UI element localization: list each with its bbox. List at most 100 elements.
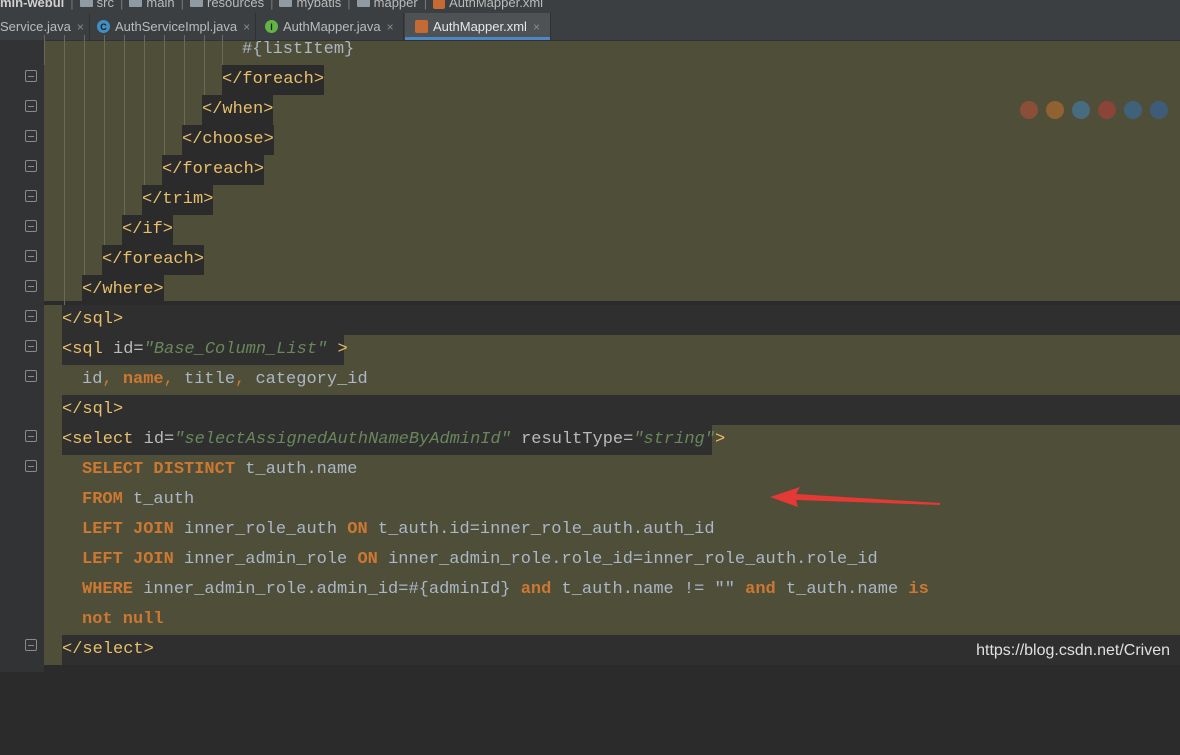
folder-icon	[79, 0, 93, 7]
breadcrumb-label: mybatis	[296, 0, 342, 10]
code-editor[interactable]: #{listItem} </foreach> </when> </choose>…	[0, 35, 1180, 672]
breadcrumb-label: resources	[206, 0, 265, 10]
code-text: </where>	[82, 275, 164, 305]
breadcrumb-mybatis[interactable]: mybatis	[279, 0, 341, 10]
code-line[interactable]: WHERE inner_admin_role.admin_id=#{adminI…	[44, 575, 1180, 605]
code-text: </select>	[62, 640, 154, 659]
code-text: SELECT DISTINCT t_auth.name	[82, 460, 358, 479]
close-icon[interactable]: ×	[387, 20, 394, 34]
editor-gutter	[0, 41, 44, 672]
code-text: </trim>	[142, 185, 214, 215]
code-text: </sql>	[62, 400, 124, 419]
tab-label: Service.java	[0, 19, 71, 34]
breadcrumb-file[interactable]: AuthMapper.xml	[433, 0, 543, 10]
breadcrumb-separator: |	[120, 0, 124, 10]
code-line[interactable]: LEFT JOIN inner_admin_role ON inner_admi…	[44, 545, 1180, 575]
code-text: <sql id="Base_Column_List" >	[62, 340, 348, 359]
code-text: </when>	[202, 95, 274, 125]
tab-label: AuthMapper.xml	[433, 19, 527, 34]
fold-icon[interactable]	[25, 460, 37, 472]
code-text: <select id="selectAssignedAuthNameByAdmi…	[62, 430, 726, 449]
fold-icon[interactable]	[25, 280, 37, 292]
fold-icon[interactable]	[25, 310, 37, 322]
fold-icon[interactable]	[25, 220, 37, 232]
code-text: </choose>	[182, 125, 274, 155]
code-line[interactable]: </if>	[44, 215, 1180, 245]
code-line[interactable]: not null	[44, 605, 1180, 635]
tab-label: AuthServiceImpl.java	[115, 19, 238, 34]
safari-icon[interactable]	[1072, 101, 1090, 119]
fold-icon[interactable]	[25, 430, 37, 442]
breadcrumb-resources[interactable]: resources	[189, 0, 265, 10]
edge-icon[interactable]	[1150, 101, 1168, 119]
breadcrumb-project[interactable]: min-webui	[0, 0, 64, 10]
code-line[interactable]: </foreach>	[44, 245, 1180, 275]
folder-icon	[279, 0, 293, 7]
browser-preview-bar	[1020, 101, 1168, 119]
code-text: FROM t_auth	[82, 490, 195, 509]
code-text: </foreach>	[222, 65, 325, 95]
interface-icon: I	[265, 20, 278, 33]
breadcrumb-mapper[interactable]: mapper	[356, 0, 418, 10]
code-line[interactable]: LEFT JOIN inner_role_auth ON t_auth.id=i…	[44, 515, 1180, 545]
breadcrumb-label: AuthMapper.xml	[449, 0, 544, 10]
code-text: id, name, title, category_id	[82, 370, 368, 389]
folder-icon	[356, 0, 370, 7]
breadcrumb-separator: |	[70, 0, 74, 10]
code-text: LEFT JOIN inner_admin_role ON inner_admi…	[82, 550, 878, 569]
close-icon[interactable]: ×	[77, 20, 84, 34]
fold-icon[interactable]	[25, 130, 37, 142]
fold-icon[interactable]	[25, 250, 37, 262]
breadcrumb-src[interactable]: src	[79, 0, 114, 10]
fold-icon[interactable]	[25, 340, 37, 352]
code-line[interactable]: </foreach>	[44, 65, 1180, 95]
watermark: https://blog.csdn.net/Criven	[976, 642, 1170, 659]
breadcrumb: min-webui | src | main | resources | myb…	[0, 0, 1180, 13]
code-line[interactable]: SELECT DISTINCT t_auth.name	[44, 455, 1180, 485]
code-text: </sql>	[62, 310, 124, 329]
fold-icon[interactable]	[25, 190, 37, 202]
tab-label: AuthMapper.java	[283, 19, 381, 34]
class-icon: C	[97, 20, 110, 33]
code-text: #{listItem}	[242, 40, 355, 59]
firefox-icon[interactable]	[1046, 101, 1064, 119]
breadcrumb-label: min-webui	[0, 0, 65, 10]
code-text: </foreach>	[162, 155, 265, 185]
xml-file-icon	[433, 0, 446, 9]
fold-icon[interactable]	[25, 160, 37, 172]
fold-icon[interactable]	[25, 639, 37, 651]
breadcrumb-label: mapper	[373, 0, 418, 10]
code-line[interactable]: #{listItem}	[44, 35, 1180, 65]
code-text: </foreach>	[102, 245, 205, 275]
fold-icon[interactable]	[25, 70, 37, 82]
code-line[interactable]: </sql>	[44, 305, 1180, 335]
fold-icon[interactable]	[25, 100, 37, 112]
breadcrumb-separator: |	[180, 0, 184, 10]
code-text: </if>	[122, 215, 174, 245]
code-line[interactable]: </where>	[44, 275, 1180, 305]
code-text: WHERE inner_admin_role.admin_id=#{adminI…	[82, 580, 929, 599]
breadcrumb-label: main	[146, 0, 175, 10]
close-icon[interactable]: ×	[533, 20, 540, 34]
code-line[interactable]: </foreach>	[44, 155, 1180, 185]
code-line[interactable]: </choose>	[44, 125, 1180, 155]
chrome-icon[interactable]	[1020, 101, 1038, 119]
breadcrumb-separator: |	[270, 0, 274, 10]
opera-icon[interactable]	[1098, 101, 1116, 119]
code-line[interactable]: </sql>	[44, 395, 1180, 425]
close-icon[interactable]: ×	[243, 20, 250, 34]
breadcrumb-separator: |	[423, 0, 428, 10]
breadcrumb-main[interactable]: main	[129, 0, 175, 10]
folder-icon	[189, 0, 203, 7]
code-line[interactable]: id, name, title, category_id	[44, 365, 1180, 395]
code-text: not null	[82, 610, 164, 629]
fold-icon[interactable]	[25, 370, 37, 382]
ie-icon[interactable]	[1124, 101, 1142, 119]
code-line[interactable]: FROM t_auth	[44, 485, 1180, 515]
code-text: LEFT JOIN inner_role_auth ON t_auth.id=i…	[82, 520, 715, 539]
code-line[interactable]: <sql id="Base_Column_List" >	[44, 335, 1180, 365]
code-line[interactable]: <select id="selectAssignedAuthNameByAdmi…	[44, 425, 1180, 455]
code-line[interactable]: </when>	[44, 95, 1180, 125]
annotation-arrow-icon	[770, 487, 940, 507]
code-line[interactable]: </trim>	[44, 185, 1180, 215]
